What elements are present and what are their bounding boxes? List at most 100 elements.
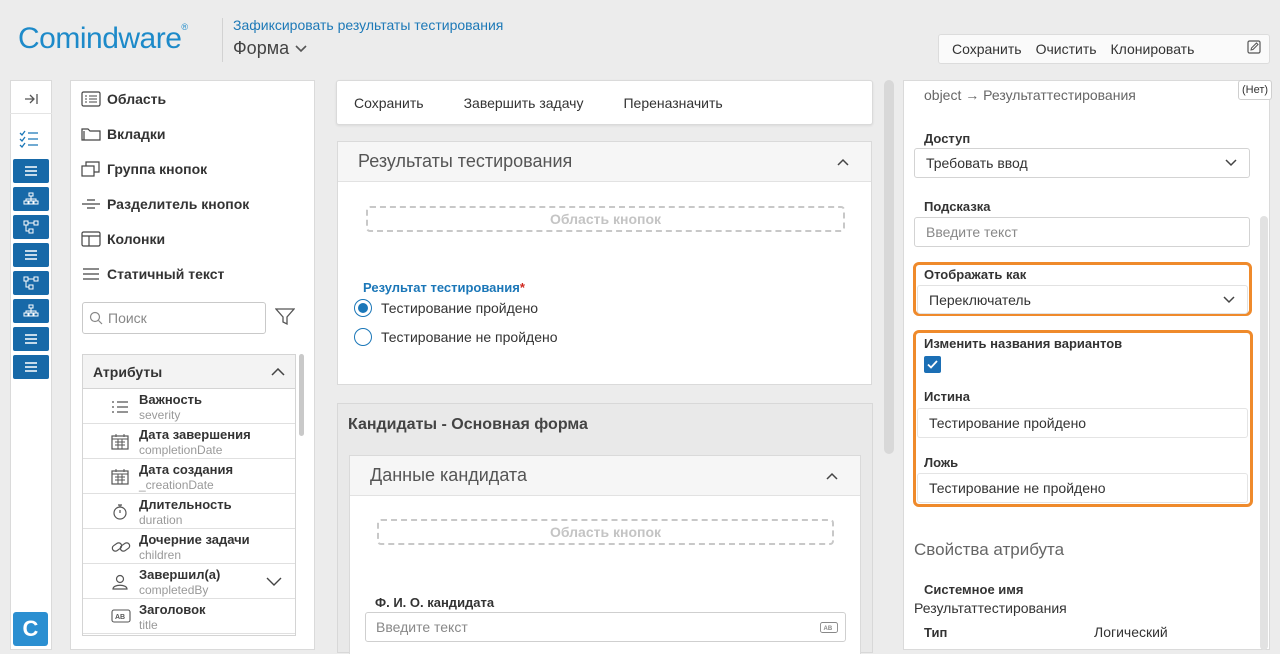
- clone-button[interactable]: Клонировать: [1104, 41, 1202, 57]
- display-as-select[interactable]: Переключатель: [917, 285, 1248, 314]
- clear-button[interactable]: Очистить: [1029, 41, 1104, 57]
- radio-dot: [358, 303, 368, 313]
- comindware-logo[interactable]: Comindware®: [18, 22, 188, 56]
- radio-button-selected[interactable]: [354, 299, 372, 317]
- attribute-system-name: title: [139, 618, 158, 632]
- attributes-title: Атрибуты: [93, 363, 163, 380]
- filter-icon[interactable]: [274, 307, 296, 332]
- collapse-panel-button[interactable]: [10, 84, 52, 114]
- attribute-item[interactable]: Важность severity: [83, 389, 295, 424]
- app-launcher-button[interactable]: C: [13, 612, 48, 646]
- true-label: Истина: [924, 389, 971, 404]
- edit-icon[interactable]: [1247, 39, 1261, 59]
- rename-options-checkbox[interactable]: [924, 356, 941, 373]
- false-value-input[interactable]: Тестирование не пройдено: [917, 473, 1248, 503]
- process-icon: [23, 276, 39, 290]
- radio-option-failed[interactable]: Тестирование не пройдено: [354, 328, 558, 346]
- attribute-item[interactable]: Дата создания _creationDate: [83, 459, 295, 494]
- attribute-item[interactable]: AB Заголовок title: [83, 599, 295, 634]
- field-label: Результат тестирования*: [363, 280, 525, 295]
- true-value-input[interactable]: Тестирование пройдено: [917, 408, 1248, 438]
- nav-hierarchy-button-2[interactable]: [13, 299, 49, 323]
- component-button-divider[interactable]: Разделитель кнопок: [81, 196, 249, 212]
- attributes-list: Атрибуты Важность severity Дата завершен…: [82, 354, 296, 636]
- true-value: Тестирование пройдено: [929, 415, 1087, 431]
- results-card-header[interactable]: Результаты тестирования: [338, 142, 871, 182]
- hint-input[interactable]: Введите текст: [914, 217, 1250, 247]
- candidate-card-header[interactable]: Данные кандидата: [350, 456, 860, 496]
- header-toolbar: Сохранить Очистить Клонировать: [938, 34, 1270, 64]
- chevron-down-icon[interactable]: [266, 577, 282, 586]
- radio-option-passed[interactable]: Тестирование пройдено: [354, 299, 538, 317]
- attribute-item[interactable]: Дочерние задачи children: [83, 529, 295, 564]
- component-area[interactable]: Область: [81, 91, 166, 107]
- nav-form-button[interactable]: [13, 159, 49, 183]
- components-panel: Область Вкладки Группа кнопок Разделител…: [70, 80, 315, 650]
- nav-form-button-4[interactable]: [13, 355, 49, 379]
- chevron-down-icon: [295, 44, 307, 52]
- nav-process-button-2[interactable]: [13, 271, 49, 295]
- form-save-button[interactable]: Сохранить: [354, 95, 424, 111]
- divider-icon: [82, 199, 100, 209]
- nav-form-button-2[interactable]: [13, 243, 49, 267]
- attribute-system-name: _creationDate: [139, 478, 214, 492]
- component-tabs[interactable]: Вкладки: [81, 126, 165, 142]
- component-columns-label: Колонки: [107, 231, 166, 247]
- lines-icon: [25, 334, 37, 344]
- attributes-scrollbar[interactable]: [299, 354, 304, 436]
- type-value: Логический: [1094, 624, 1168, 640]
- svg-text:AB: AB: [824, 626, 833, 632]
- candidate-data-card[interactable]: Данные кандидата Область кнопок Ф. И. О.…: [349, 455, 861, 654]
- access-select[interactable]: Требовать ввод: [914, 148, 1250, 178]
- search-icon: [89, 311, 103, 325]
- component-button-group[interactable]: Группа кнопок: [81, 161, 207, 177]
- results-card[interactable]: Результаты тестирования Область кнопок Р…: [337, 141, 872, 385]
- form-scrollbar[interactable]: [884, 80, 894, 454]
- hierarchy-icon: [23, 304, 39, 317]
- properties-scrollbar[interactable]: [1260, 216, 1268, 650]
- text-field-icon: AB: [111, 609, 131, 628]
- attribute-system-name: children: [139, 548, 182, 562]
- complete-task-button[interactable]: Завершить задачу: [464, 95, 584, 111]
- breadcrumb-link[interactable]: Зафиксировать результаты тестирования: [233, 17, 503, 33]
- text-field-icon: AB: [820, 622, 838, 633]
- display-as-value: Переключатель: [929, 291, 1031, 308]
- nav-hierarchy-button[interactable]: [13, 187, 49, 211]
- radio-button[interactable]: [354, 328, 372, 346]
- required-mark: *: [519, 280, 525, 295]
- chevron-down-icon: [1223, 295, 1235, 303]
- attribute-name: Заголовок: [139, 602, 206, 617]
- candidate-name-input[interactable]: Введите текст AB: [365, 612, 846, 642]
- search-input[interactable]: Поиск: [82, 302, 266, 334]
- button-area-placeholder[interactable]: Область кнопок: [366, 206, 845, 232]
- results-card-title: Результаты тестирования: [358, 151, 573, 171]
- chevron-up-icon[interactable]: [837, 158, 849, 166]
- attribute-item[interactable]: Завершил(а) completedBy: [83, 564, 295, 599]
- attributes-header[interactable]: Атрибуты: [83, 355, 295, 389]
- attribute-system-name: completionDate: [139, 443, 223, 457]
- svg-text:AB: AB: [115, 614, 125, 621]
- system-name-label: Системное имя: [924, 582, 1024, 597]
- component-columns[interactable]: Колонки: [81, 231, 165, 247]
- area-icon: [81, 91, 101, 107]
- checklist-icon[interactable]: [18, 130, 40, 153]
- attribute-name: Дата создания: [139, 462, 234, 477]
- chevron-up-icon[interactable]: [826, 472, 838, 480]
- nav-process-button[interactable]: [13, 215, 49, 239]
- chevron-down-icon: [1225, 159, 1237, 167]
- page-title-dropdown[interactable]: Форма: [233, 38, 307, 59]
- user-icon: [111, 574, 129, 595]
- candidate-name-placeholder: Введите текст: [376, 619, 468, 635]
- component-tabs-label: Вкладки: [107, 126, 166, 142]
- button-area-placeholder[interactable]: Область кнопок: [377, 519, 834, 545]
- nav-form-button-3[interactable]: [13, 327, 49, 351]
- reassign-button[interactable]: Переназначить: [623, 95, 722, 111]
- attribute-properties-title: Свойства атрибута: [914, 540, 1065, 559]
- result-field-label: Результат тестирования: [363, 280, 520, 295]
- display-as-label: Отображать как: [924, 267, 1027, 282]
- save-button[interactable]: Сохранить: [945, 41, 1029, 57]
- component-static-text[interactable]: Статичный текст: [81, 266, 224, 282]
- component-static-text-label: Статичный текст: [107, 266, 225, 282]
- attribute-item[interactable]: Длительность duration: [83, 494, 295, 529]
- attribute-item[interactable]: Дата завершения completionDate: [83, 424, 295, 459]
